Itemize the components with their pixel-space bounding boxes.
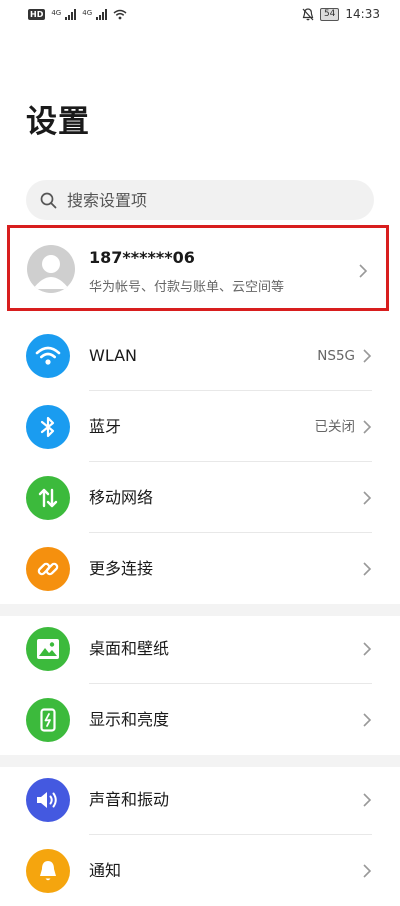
settings-item-notifications[interactable]: 通知 [0,835,400,906]
settings-item-label: 显示和亮度 [89,709,170,729]
chevron-right-icon [363,419,372,434]
bluetooth-icon [26,404,70,449]
settings-item-wlan[interactable]: WLAN NS5G [0,320,400,391]
mute-notifications-icon [302,7,314,20]
settings-item-bluetooth[interactable]: 蓝牙 已关闭 [0,391,400,462]
signal-icon-2 [96,8,108,20]
settings-item-label: 蓝牙 [89,416,122,436]
wifi-icon [26,333,70,378]
settings-item-label: WLAN [89,345,138,365]
status-right: 54 14:33 [302,7,380,21]
account-row[interactable]: 187******06 华为帐号、付款与账单、云空间等 [7,225,389,311]
settings-item-display-brightness[interactable]: 显示和亮度 [0,684,400,755]
clock: 14:33 [345,7,380,21]
settings-item-mobile-network[interactable]: 移动网络 [0,462,400,533]
chevron-right-icon [363,641,372,656]
settings-item-value: 已关闭 [314,418,356,435]
status-left: HD 4G 4G [28,8,127,20]
display-icon [26,697,70,742]
settings-item-label: 通知 [89,860,122,880]
settings-item-label: 更多连接 [89,558,154,578]
page-title: 设置 [26,104,90,140]
wifi-status-icon [113,9,127,19]
user-avatar-icon [33,255,69,289]
settings-item-label: 移动网络 [89,487,154,507]
hd-badge: HD [28,8,46,20]
settings-item-value: NS5G [317,347,355,364]
account-name: 187******06 [89,248,195,267]
chevron-right-icon [359,264,368,278]
signal-icon [65,8,77,20]
account-subtitle: 华为帐号、付款与账单、云空间等 [89,280,285,295]
chevron-right-icon [363,712,372,727]
network-type-2: 4G [82,8,93,17]
link-icon [26,546,70,591]
battery-indicator: 54 [319,7,340,21]
avatar [27,245,75,293]
chevron-right-icon [363,561,372,576]
mobile-data-icon [26,475,70,520]
settings-item-label: 桌面和壁纸 [89,638,170,658]
bell-icon [26,848,70,893]
chevron-right-icon [363,348,372,363]
chevron-right-icon [363,863,372,878]
settings-item-label: 声音和振动 [89,789,170,809]
chevron-right-icon [363,490,372,505]
wallpaper-icon [26,626,70,671]
sound-icon [26,777,70,822]
settings-item-more-connections[interactable]: 更多连接 [0,533,400,604]
status-bar: HD 4G 4G 54 14:33 [0,0,400,28]
search-bar[interactable] [26,180,374,220]
settings-item-sound-vibration[interactable]: 声音和振动 [0,764,400,835]
search-icon [40,192,57,208]
settings-item-home-wallpaper[interactable]: 桌面和壁纸 [0,613,400,684]
search-input[interactable] [67,190,327,210]
chevron-right-icon [363,792,372,807]
network-type-1: 4G [51,8,62,17]
